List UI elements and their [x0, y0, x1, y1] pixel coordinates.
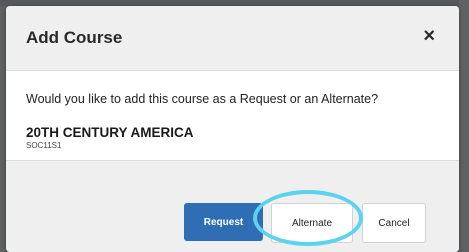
cancel-button[interactable]: Cancel [362, 203, 426, 243]
dialog-header: Add Course × [6, 6, 459, 71]
dialog-title: Add Course [26, 28, 123, 47]
add-course-dialog: Add Course × Would you like to add this … [6, 6, 459, 252]
modal-backdrop-edge [459, 0, 469, 252]
close-icon[interactable]: × [423, 26, 435, 46]
dialog-prompt: Would you like to add this course as a R… [26, 92, 379, 106]
dialog-footer: Request Alternate Cancel [6, 160, 459, 252]
request-button[interactable]: Request [184, 203, 263, 241]
alternate-button[interactable]: Alternate [271, 203, 353, 243]
course-name: 20TH CENTURY AMERICA [26, 125, 194, 140]
course-code: SOC11S1 [26, 141, 62, 150]
